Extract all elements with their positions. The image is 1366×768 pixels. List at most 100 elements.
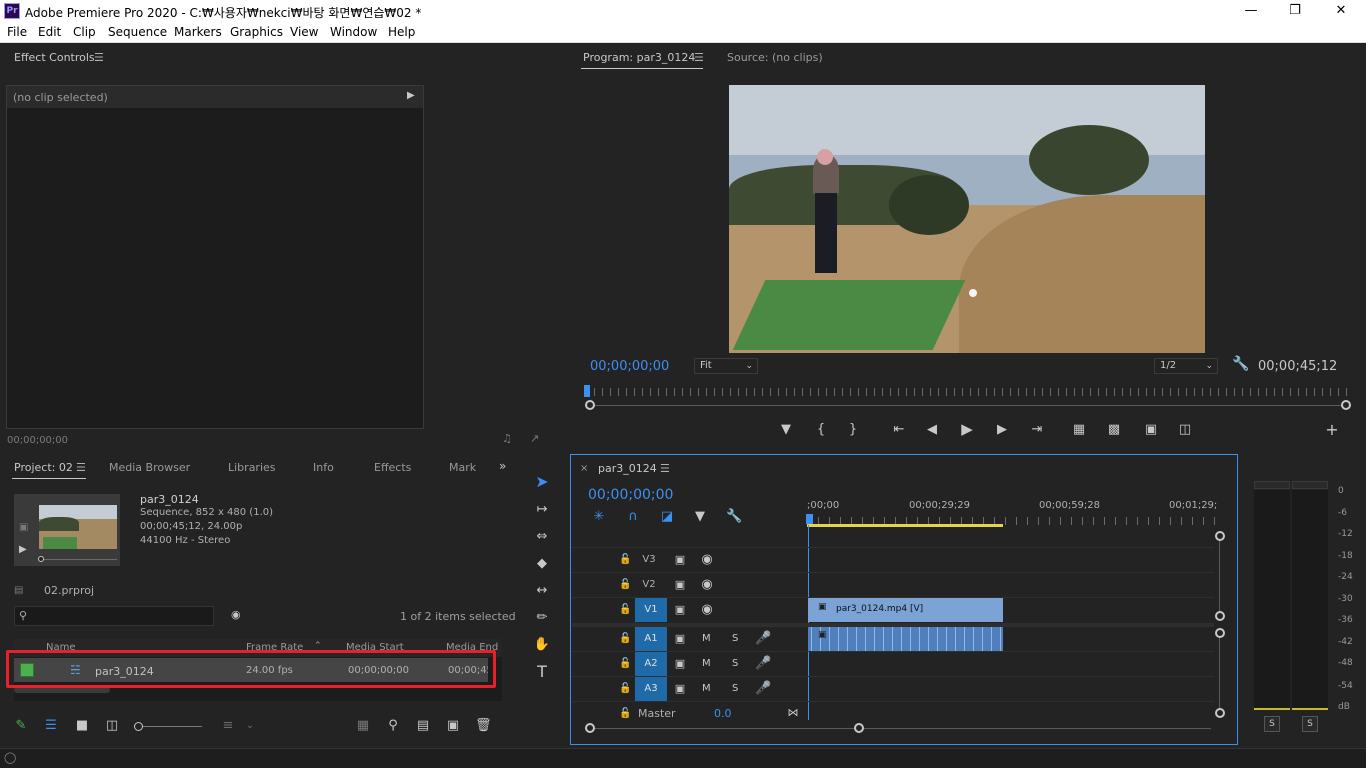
master-volume-value[interactable]: 0.0 (714, 707, 732, 720)
solo-button[interactable]: S (732, 683, 738, 694)
automate-icon[interactable]: ▦ (355, 718, 371, 734)
status-icon[interactable]: ◯ (4, 751, 16, 764)
panel-menu-icon[interactable]: ☰ (76, 461, 86, 474)
eye-icon[interactable]: ◉ (699, 577, 715, 593)
play-icon[interactable]: ▶ (959, 421, 975, 437)
mute-button[interactable]: M (702, 658, 711, 669)
program-ruler[interactable] (586, 388, 1348, 396)
pencil-icon[interactable]: ✎ (14, 718, 28, 734)
audio-vertical-scrollbar[interactable] (1219, 633, 1220, 711)
timeline-timecode[interactable]: 00;00;00;00 (588, 487, 673, 503)
linked-selection-icon[interactable]: ◪ (658, 509, 676, 525)
sync-lock-icon[interactable]: ▣ (673, 631, 687, 647)
sync-lock-icon[interactable]: ▣ (673, 656, 687, 672)
tab-libraries[interactable]: Libraries (228, 461, 276, 474)
new-item-icon[interactable]: ▣ (446, 718, 460, 734)
restore-icon[interactable]: ❐ (1280, 2, 1310, 20)
trash-icon[interactable]: 🗑 (475, 718, 492, 734)
razor-tool-icon[interactable]: ◆ (532, 556, 552, 572)
track-label-v2[interactable]: V2 (635, 577, 663, 593)
tab-timeline[interactable]: par3_0124 (598, 462, 657, 475)
comparison-view-icon[interactable]: ◫ (1176, 422, 1194, 438)
menu-clip[interactable]: Clip (73, 25, 96, 39)
video-vertical-scrollbar[interactable] (1219, 537, 1220, 617)
chevron-down-icon[interactable]: ⌄ (244, 718, 256, 734)
mute-button[interactable]: M (702, 633, 711, 644)
more-tabs-icon[interactable]: » (499, 459, 506, 473)
extract-icon[interactable]: ▩ (1104, 422, 1124, 438)
clip-preview[interactable]: ▣ ▶ (14, 494, 120, 566)
sync-lock-icon[interactable]: ▣ (673, 681, 687, 697)
filter-icon[interactable]: ♫ (502, 432, 512, 445)
go-to-next-edit-icon[interactable]: ⋈ (786, 705, 800, 721)
microphone-icon[interactable]: 🎤 (755, 681, 771, 697)
track-label-a1[interactable]: A1 (635, 627, 667, 651)
tab-media-browser[interactable]: Media Browser (109, 461, 190, 474)
step-forward-icon[interactable]: ▶ (994, 422, 1010, 438)
tab-info[interactable]: Info (313, 461, 334, 474)
tab-effect-controls[interactable]: Effect Controls (14, 51, 95, 64)
hand-tool-icon[interactable]: ✋ (532, 637, 552, 653)
camera-icon[interactable]: ▣ (1143, 422, 1159, 438)
lock-icon[interactable]: 🔓 (619, 552, 631, 568)
search-icon[interactable]: ⚲ (386, 718, 400, 734)
menu-edit[interactable]: Edit (38, 25, 61, 39)
zoom-slider-handle[interactable] (134, 722, 143, 731)
scroll-handle-right[interactable] (854, 723, 864, 733)
lock-icon[interactable]: 🔓 (619, 656, 631, 672)
icon-view-icon[interactable]: ■ (75, 718, 89, 734)
step-back-icon[interactable]: ◀ (924, 422, 940, 438)
lock-icon[interactable]: 🔓 (619, 602, 631, 618)
play-icon[interactable]: ▶ (19, 544, 27, 555)
expand-arrow-icon[interactable]: ▶ (407, 90, 415, 101)
pen-tool-icon[interactable]: ✏ (532, 610, 552, 626)
menu-help[interactable]: Help (388, 25, 415, 39)
lock-icon[interactable]: 🔓 (619, 706, 631, 722)
lift-icon[interactable]: ▦ (1070, 422, 1088, 438)
program-zoom-bar[interactable] (586, 405, 1348, 406)
nest-toggle-icon[interactable]: ✳ (590, 509, 608, 525)
find-icon[interactable]: ◉ (231, 608, 241, 621)
solo-button[interactable]: S (732, 633, 738, 644)
tab-source[interactable]: Source: (no clips) (727, 51, 823, 64)
video-scroll-handle-bottom[interactable] (1215, 611, 1225, 621)
freeform-view-icon[interactable]: ◫ (103, 718, 121, 734)
timeline-playhead[interactable] (806, 514, 813, 524)
menu-window[interactable]: Window (330, 25, 377, 39)
menu-file[interactable]: File (7, 25, 27, 39)
menu-view[interactable]: View (290, 25, 318, 39)
tab-project[interactable]: Project: 02 (14, 461, 73, 474)
go-to-in-icon[interactable]: ⇤ (890, 422, 908, 438)
mark-out-icon[interactable]: } (845, 422, 861, 438)
menu-graphics[interactable]: Graphics (230, 25, 283, 39)
program-current-timecode[interactable]: 00;00;00;00 (590, 359, 669, 374)
sort-icons-icon[interactable]: ≡ (220, 718, 236, 734)
close-tab-icon[interactable]: × (580, 463, 588, 474)
microphone-icon[interactable]: 🎤 (755, 631, 771, 647)
mark-in-icon[interactable]: { (813, 422, 829, 438)
audio-clip[interactable]: ▣ (808, 627, 1003, 651)
preview-scrub-handle[interactable] (38, 556, 44, 562)
panel-menu-icon[interactable]: ☰ (660, 462, 670, 475)
eye-icon[interactable]: ◉ (699, 602, 715, 618)
project-search-input[interactable]: ⚲ (14, 606, 214, 626)
tab-program[interactable]: Program: par3_0124 (583, 51, 695, 64)
list-view-icon[interactable]: ☰ (43, 718, 59, 734)
minimize-icon[interactable]: — (1236, 2, 1266, 20)
lock-icon[interactable]: 🔓 (619, 577, 631, 593)
zoom-slider[interactable] (138, 726, 202, 727)
selection-tool-icon[interactable]: ➤ (532, 474, 552, 490)
tab-effects[interactable]: Effects (374, 461, 411, 474)
resolution-dropdown[interactable]: 1/2 ⌄ (1154, 358, 1218, 374)
program-playhead[interactable] (584, 385, 590, 397)
track-label-v3[interactable]: V3 (635, 552, 663, 568)
track-label-v1[interactable]: V1 (635, 598, 667, 622)
ripple-edit-tool-icon[interactable]: ⇔ (532, 529, 552, 545)
menu-markers[interactable]: Markers (174, 25, 222, 39)
new-bin-icon[interactable]: ▤ (415, 718, 431, 734)
track-label-a2[interactable]: A2 (635, 652, 667, 676)
close-icon[interactable]: ✕ (1326, 2, 1356, 20)
go-to-out-icon[interactable]: ⇥ (1028, 422, 1046, 438)
zoom-handle-right[interactable] (1341, 400, 1351, 410)
eye-icon[interactable]: ◉ (699, 552, 715, 568)
